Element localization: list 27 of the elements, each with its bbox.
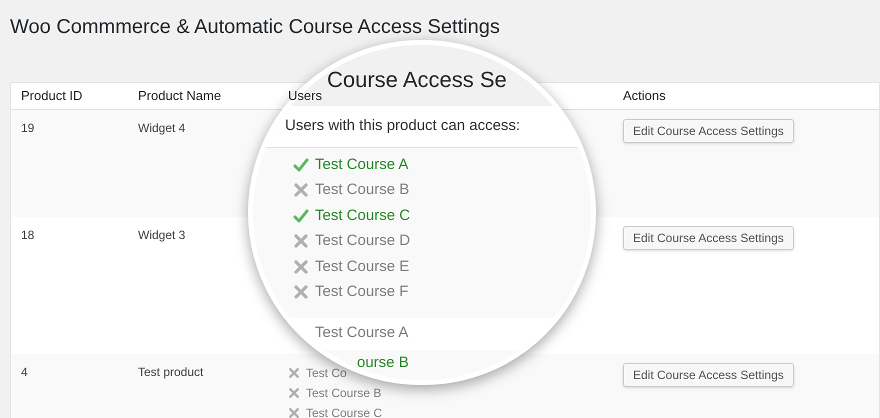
edit-settings-button[interactable]: Edit Course Access Settings — [623, 226, 794, 250]
edit-settings-button[interactable]: Edit Course Access Settings — [623, 363, 794, 387]
table-cell: Widget 4 — [138, 121, 186, 135]
course-name: Test Course F — [315, 282, 408, 302]
table-cell: Test product — [138, 365, 204, 379]
table-cell: 18 — [21, 228, 34, 242]
column-header: Product ID — [21, 88, 82, 103]
column-header: Users — [288, 88, 322, 103]
magnified-subheading: Users with this product can access: — [285, 116, 520, 136]
course-name: Test Course B — [315, 180, 410, 200]
table-cell: 19 — [21, 121, 34, 135]
column-header: Product Name — [138, 88, 222, 103]
course-name: Test Co — [306, 365, 347, 382]
column-header: Actions — [623, 88, 666, 103]
page-title: Woo Commmerce & Automatic Course Access Settings — [10, 15, 500, 40]
course-name: ourse B — [357, 352, 409, 372]
course-name: Test Course D — [315, 231, 410, 251]
magnified-heading: Course Access Se — [327, 67, 507, 92]
table-cell: Widget 3 — [138, 228, 186, 242]
course-name: Test Course A — [315, 154, 408, 174]
course-name: Test Course E — [315, 256, 410, 276]
edit-settings-button[interactable]: Edit Course Access Settings — [623, 119, 794, 143]
course-name: Test Course B — [306, 385, 382, 402]
course-name: Test Course C — [306, 405, 382, 418]
course-name: Test Course C — [315, 206, 410, 226]
table-cell: 4 — [21, 365, 28, 379]
course-name: Test Course A — [315, 322, 408, 342]
